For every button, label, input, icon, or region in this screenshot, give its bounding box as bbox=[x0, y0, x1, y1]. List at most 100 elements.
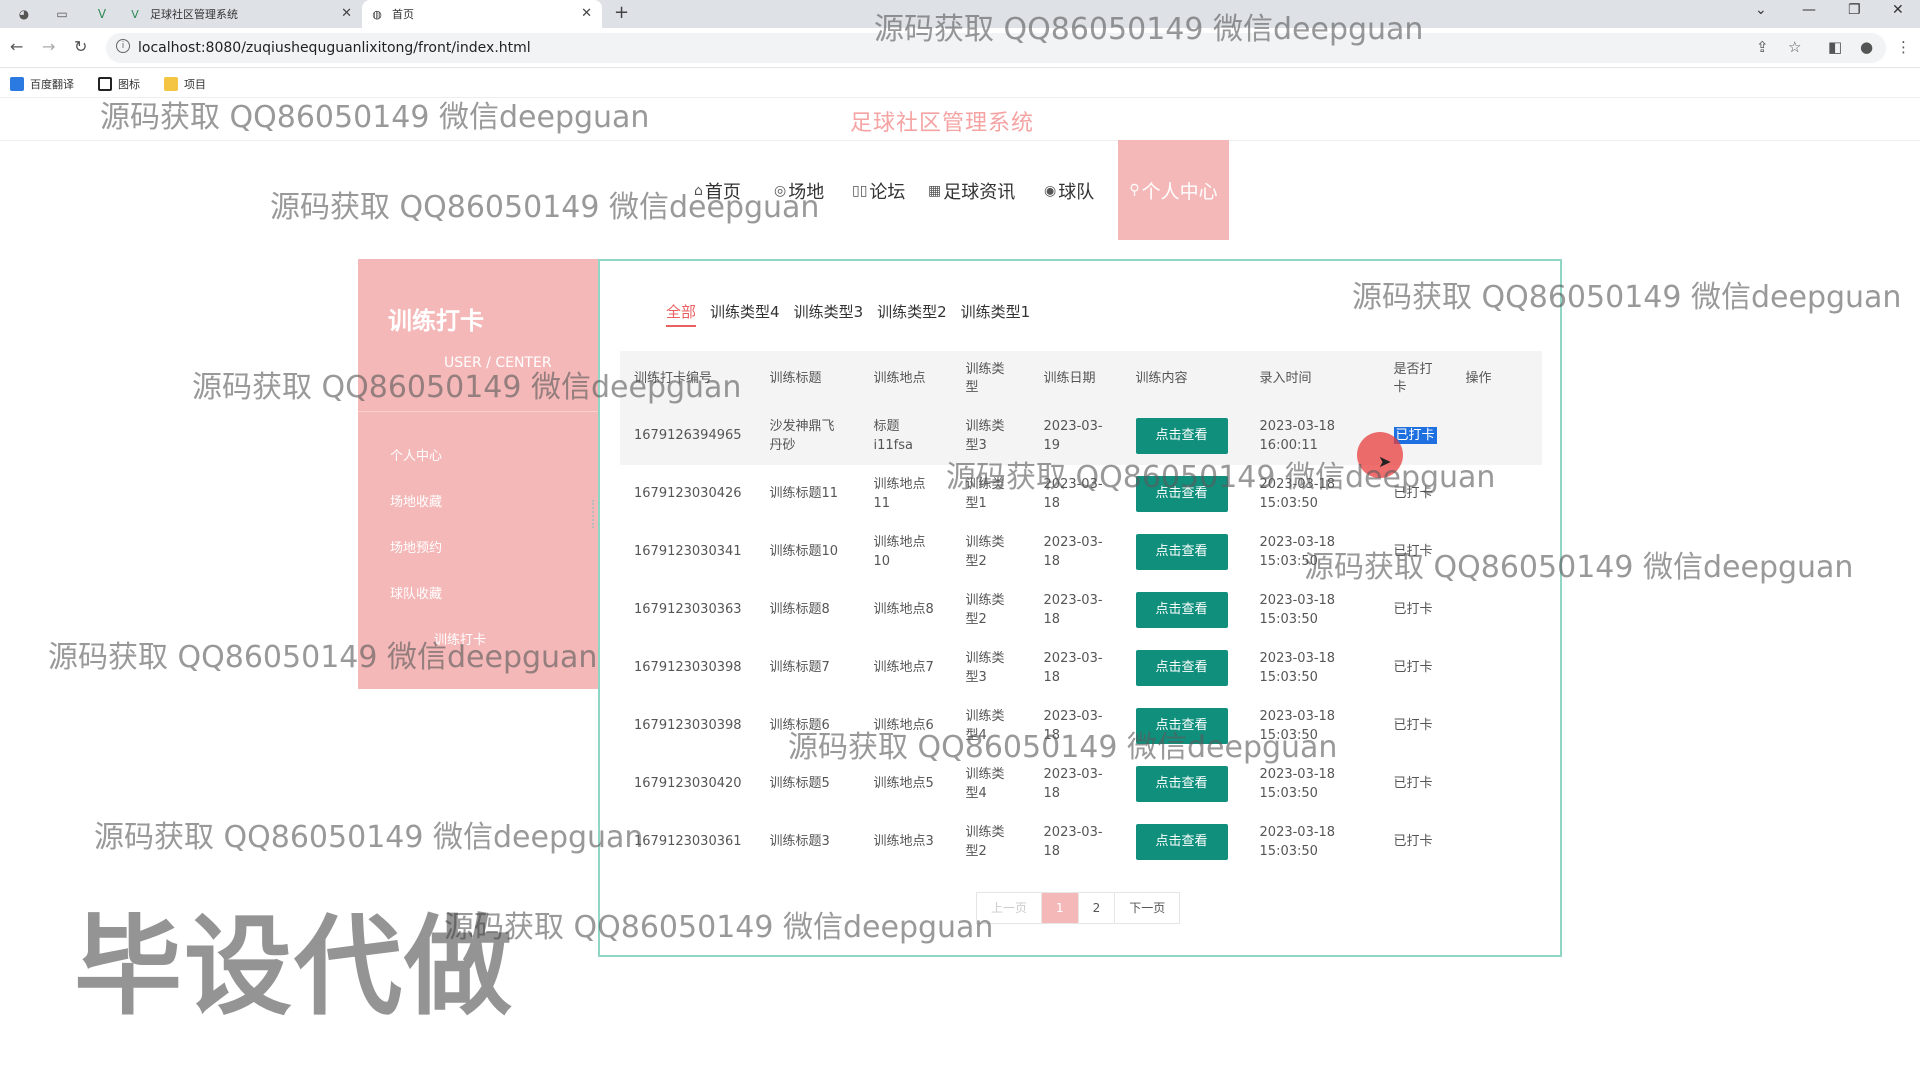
watermark-text: 源码获取 QQ86050149 微信deepguan bbox=[1352, 280, 1902, 315]
close-window-icon[interactable]: ✕ bbox=[1892, 2, 1904, 18]
cell-place: 训练地点7 bbox=[873, 660, 934, 676]
side-item-team-favorites[interactable]: 球队收藏 bbox=[390, 583, 442, 602]
filter-type4[interactable]: 训练类型4 bbox=[710, 301, 780, 327]
tab-search-icon[interactable]: ⌄ bbox=[1755, 2, 1767, 18]
watermark-text: 源码获取 QQ86050149 微信deepguan bbox=[946, 460, 1496, 495]
tab-title: 足球社区管理系统 bbox=[150, 8, 238, 21]
resize-handle[interactable] bbox=[592, 500, 596, 528]
translate-icon bbox=[10, 77, 24, 91]
cell-title: 训练标题8 bbox=[769, 602, 830, 618]
side-item-user-center[interactable]: 个人中心 bbox=[390, 445, 442, 464]
watermark-text: 源码获取 QQ86050149 微信deepguan bbox=[874, 12, 1424, 47]
back-icon[interactable]: ← bbox=[10, 37, 23, 56]
col-content: 训练内容 bbox=[1121, 351, 1246, 407]
cell-actions bbox=[1452, 639, 1542, 697]
close-tab-icon[interactable]: ✕ bbox=[581, 6, 592, 21]
watermark-big-text: 毕设代做 bbox=[74, 905, 515, 1030]
profile-icon[interactable]: ● bbox=[1860, 38, 1873, 56]
side-item-venue-booking[interactable]: 场地预约 bbox=[390, 537, 442, 556]
cell-title: 训练标题11 bbox=[769, 486, 839, 502]
nav-label: 论坛 bbox=[869, 182, 906, 203]
pinned-tab-vue-icon[interactable]: V bbox=[88, 4, 116, 24]
nav-forum[interactable]: ▯▯ 论坛 bbox=[852, 178, 905, 204]
nav-news[interactable]: ▦ 足球资讯 bbox=[928, 178, 1015, 204]
next-page-button[interactable]: 下一页 bbox=[1115, 893, 1179, 923]
table-header-row: 训练打卡编号 训练标题 训练地点 训练类型 训练日期 训练内容 录入时间 是否打… bbox=[620, 351, 1542, 407]
cell-id: 1679123030363 bbox=[634, 602, 742, 618]
side-panel-icon[interactable]: ◧ bbox=[1828, 38, 1842, 56]
nav-label: 球队 bbox=[1058, 182, 1095, 203]
cell-id: 1679123030398 bbox=[634, 718, 742, 734]
col-title: 训练标题 bbox=[755, 351, 860, 407]
filter-all[interactable]: 全部 bbox=[666, 301, 697, 327]
view-content-button[interactable]: 点击查看 bbox=[1135, 824, 1228, 860]
col-actions: 操作 bbox=[1451, 351, 1542, 407]
bookmark-star-icon[interactable]: ☆ bbox=[1788, 38, 1801, 56]
cell-actions bbox=[1452, 755, 1542, 813]
view-content-button[interactable]: 点击查看 bbox=[1135, 592, 1228, 628]
new-tab-icon[interactable]: + bbox=[614, 2, 629, 23]
cell-time: 2023-03-18 15:03:50 bbox=[1259, 650, 1336, 686]
minimize-icon[interactable]: — bbox=[1802, 2, 1816, 18]
page-1-button[interactable]: 1 bbox=[1042, 893, 1079, 923]
table-row: 1679123030363 训练标题8 训练地点8 训练类型2 2023-03-18 点击… bbox=[620, 581, 1542, 639]
side-item-venue-favorites[interactable]: 场地收藏 bbox=[390, 491, 442, 510]
cell-actions bbox=[1452, 581, 1542, 639]
browser-tab-1[interactable]: V 足球社区管理系统 ✕ bbox=[120, 0, 362, 28]
pinned-tab-chrome-icon[interactable]: ◕ bbox=[10, 4, 38, 24]
view-content-button[interactable]: 点击查看 bbox=[1135, 418, 1228, 454]
bookmark-baidu-translate[interactable]: 百度翻译 bbox=[10, 76, 74, 92]
cell-date: 2023-03-18 bbox=[1043, 534, 1103, 570]
table-row: 1679123030361 训练标题3 训练地点3 训练类型2 2023-03-18 点击… bbox=[620, 813, 1542, 871]
cell-content: 点击查看 bbox=[1122, 523, 1246, 581]
cell-type: 训练类型2 bbox=[965, 592, 1005, 628]
bookmark-icons[interactable]: 图标 bbox=[98, 76, 140, 92]
checkin-status-text: 已打卡 bbox=[1393, 427, 1437, 445]
browser-tab-2[interactable]: ◍ 首页 ✕ bbox=[362, 0, 602, 28]
forum-icon: ▯▯ bbox=[852, 183, 868, 199]
pinned-tab-blank-icon[interactable]: ▭ bbox=[48, 4, 76, 24]
nav-user-center[interactable]: ⚲ 个人中心 bbox=[1118, 140, 1229, 240]
cell-status: 已打卡 bbox=[1380, 755, 1452, 813]
reload-icon[interactable]: ↻ bbox=[74, 37, 87, 56]
cell-content: 点击查看 bbox=[1122, 639, 1246, 697]
cell-title: 训练标题3 bbox=[769, 834, 830, 850]
filter-type2[interactable]: 训练类型2 bbox=[877, 301, 947, 327]
cell-type: 训练类型2 bbox=[965, 824, 1005, 860]
cell-status: 已打卡 bbox=[1380, 581, 1452, 639]
bookmark-projects[interactable]: 项目 bbox=[164, 76, 206, 92]
watermark-text: 源码获取 QQ86050149 微信deepguan bbox=[270, 190, 820, 225]
close-tab-icon[interactable]: ✕ bbox=[341, 6, 352, 21]
cell-title: 训练标题7 bbox=[769, 660, 830, 676]
restore-icon[interactable]: ❐ bbox=[1848, 2, 1861, 18]
view-content-button[interactable]: 点击查看 bbox=[1135, 766, 1228, 802]
checkin-status-text: 已打卡 bbox=[1393, 718, 1433, 734]
cell-place: 训练地点11 bbox=[873, 476, 926, 512]
cell-date: 2023-03-18 bbox=[1043, 650, 1103, 686]
checkin-status-text: 已打卡 bbox=[1393, 660, 1433, 676]
watermark-text: 源码获取 QQ86050149 微信deepguan bbox=[1304, 550, 1854, 585]
training-table: 训练打卡编号 训练标题 训练地点 训练类型 训练日期 训练内容 录入时间 是否打… bbox=[620, 351, 1542, 871]
menu-dots-icon[interactable]: ⋮ bbox=[1896, 38, 1911, 56]
cell-date: 2023-03-18 bbox=[1043, 592, 1103, 628]
cell-place: 训练地点3 bbox=[873, 834, 934, 850]
news-icon: ▦ bbox=[928, 183, 942, 199]
filter-type3[interactable]: 训练类型3 bbox=[794, 301, 864, 327]
col-type: 训练类型 bbox=[951, 351, 1030, 407]
team-icon: ◉ bbox=[1044, 183, 1057, 199]
forward-icon[interactable]: → bbox=[42, 37, 55, 56]
nav-team[interactable]: ◉ 球队 bbox=[1044, 178, 1094, 204]
page-2-button[interactable]: 2 bbox=[1079, 893, 1116, 923]
cell-id: 1679126394965 bbox=[620, 407, 756, 465]
view-content-button[interactable]: 点击查看 bbox=[1135, 534, 1228, 570]
site-info-icon[interactable]: i bbox=[116, 39, 130, 53]
folder-icon bbox=[164, 77, 178, 91]
share-icon[interactable]: ⇪ bbox=[1756, 38, 1769, 56]
view-content-button[interactable]: 点击查看 bbox=[1135, 650, 1228, 686]
col-place: 训练地点 bbox=[859, 351, 952, 407]
filter-type1[interactable]: 训练类型1 bbox=[961, 301, 1031, 327]
type-filter-tabs: 全部 训练类型4 训练类型3 训练类型2 训练类型1 bbox=[666, 301, 1030, 327]
bookmark-label: 百度翻译 bbox=[30, 78, 74, 91]
checkin-status-text: 已打卡 bbox=[1393, 776, 1433, 792]
cell-type: 训练类型2 bbox=[965, 534, 1005, 570]
